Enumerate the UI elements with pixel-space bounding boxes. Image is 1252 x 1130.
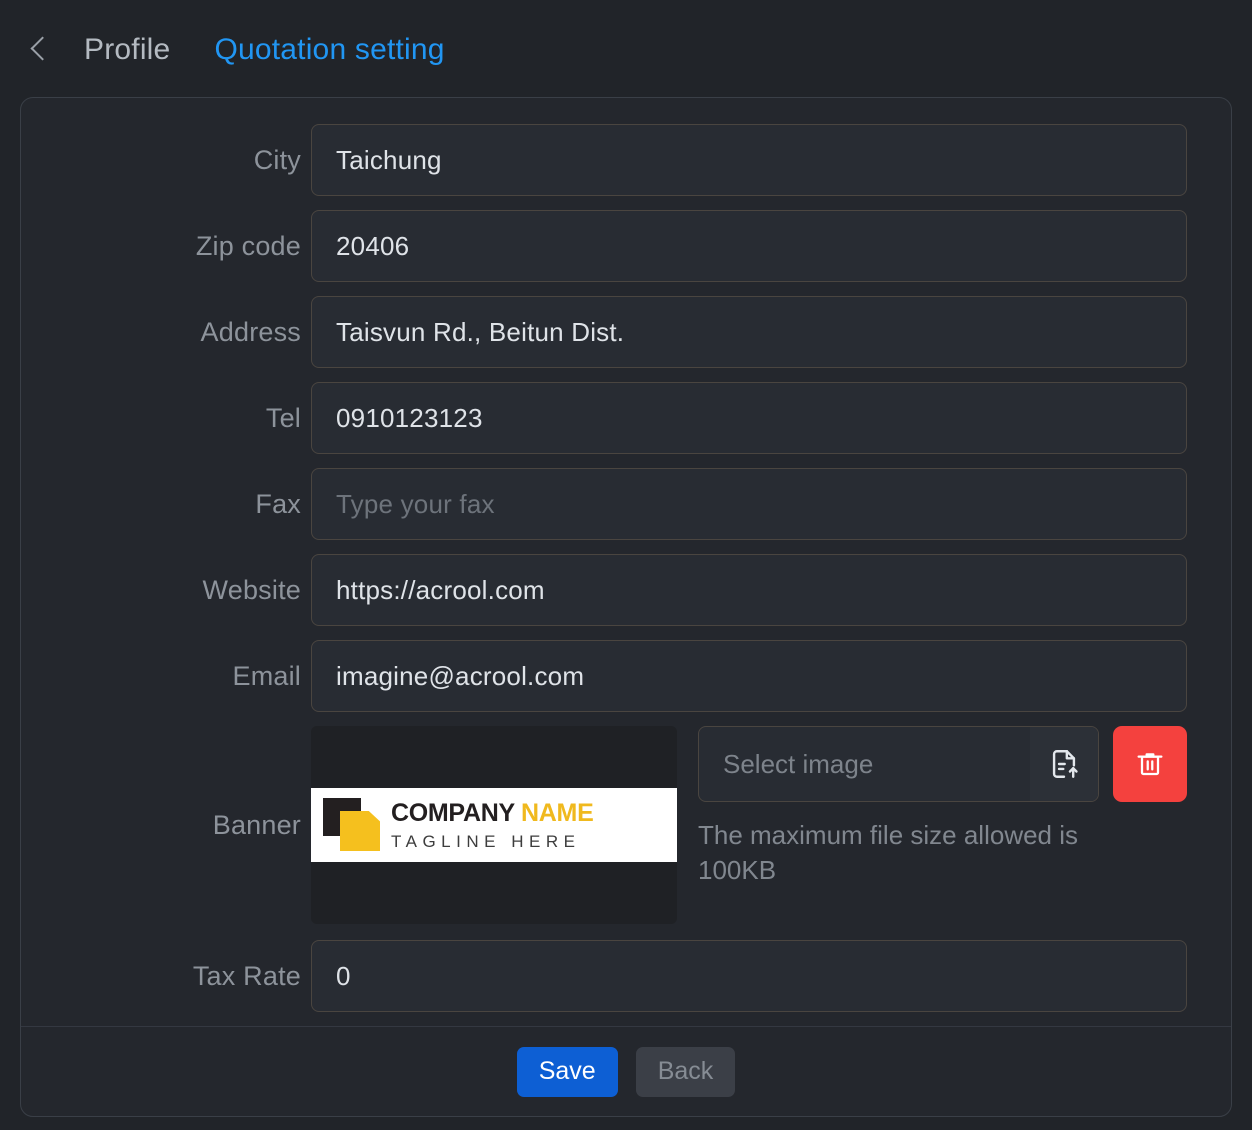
- address-input[interactable]: Taisvun Rd., Beitun Dist.: [311, 296, 1187, 368]
- label-tel: Tel: [21, 403, 311, 434]
- city-input[interactable]: Taichung: [311, 124, 1187, 196]
- banner-upload-row: Select image: [698, 726, 1187, 802]
- label-email: Email: [21, 661, 311, 692]
- fax-input[interactable]: Type your fax: [311, 468, 1187, 540]
- page-header: Profile Quotation setting: [0, 0, 1252, 97]
- form-row-address: Address Taisvun Rd., Beitun Dist.: [21, 296, 1231, 368]
- trash-icon: [1134, 748, 1166, 780]
- logo-text: COMPANY NAME TAGLINE HERE: [391, 801, 593, 850]
- file-upload-button[interactable]: [1030, 727, 1098, 801]
- logo-word-company: COMPANY: [391, 799, 514, 827]
- label-fax: Fax: [21, 489, 311, 520]
- form-row-city: City Taichung: [21, 124, 1231, 196]
- delete-banner-button[interactable]: [1113, 726, 1187, 802]
- tab-profile[interactable]: Profile: [62, 7, 192, 91]
- company-logo-mark-icon: [323, 798, 381, 852]
- banner-logo-image: COMPANY NAME TAGLINE HERE: [311, 788, 677, 862]
- file-upload-icon: [1047, 747, 1081, 781]
- label-address: Address: [21, 317, 311, 348]
- tel-input[interactable]: 0910123123: [311, 382, 1187, 454]
- form-row-banner: Banner COMPANY NAME TAGLINE HERE: [21, 726, 1231, 924]
- form-row-tax-rate: Tax Rate 0: [21, 940, 1231, 1012]
- select-image-input[interactable]: Select image: [698, 726, 1099, 802]
- select-image-placeholder: Select image: [699, 749, 1030, 780]
- label-city: City: [21, 145, 311, 176]
- banner-upload-column: Select image: [698, 726, 1187, 889]
- tab-quotation-setting-label: Quotation setting: [214, 33, 444, 66]
- settings-form: City Taichung Zip code 20406 Address Tai…: [21, 98, 1231, 1026]
- banner-preview[interactable]: COMPANY NAME TAGLINE HERE: [311, 726, 677, 924]
- form-row-website: Website https://acrool.com: [21, 554, 1231, 626]
- website-input[interactable]: https://acrool.com: [311, 554, 1187, 626]
- logo-tagline: TAGLINE HERE: [391, 833, 593, 850]
- form-row-fax: Fax Type your fax: [21, 468, 1231, 540]
- form-row-zip-code: Zip code 20406: [21, 210, 1231, 282]
- tab-quotation-setting[interactable]: Quotation setting: [192, 7, 466, 91]
- form-row-email: Email imagine@acrool.com: [21, 640, 1231, 712]
- label-banner: Banner: [21, 810, 311, 841]
- zip-code-input[interactable]: 20406: [311, 210, 1187, 282]
- logo-company-name: COMPANY NAME: [391, 801, 593, 826]
- chevron-left-icon: [30, 36, 54, 60]
- logo-word-name: NAME: [521, 799, 593, 827]
- label-zip-code: Zip code: [21, 231, 311, 262]
- banner-controls: COMPANY NAME TAGLINE HERE Select image: [311, 726, 1187, 924]
- tax-rate-input[interactable]: 0: [311, 940, 1187, 1012]
- settings-card: City Taichung Zip code 20406 Address Tai…: [20, 97, 1232, 1117]
- label-website: Website: [21, 575, 311, 606]
- save-button[interactable]: Save: [517, 1047, 618, 1097]
- email-input[interactable]: imagine@acrool.com: [311, 640, 1187, 712]
- tab-profile-label: Profile: [84, 33, 170, 66]
- card-footer: Save Back: [21, 1026, 1231, 1116]
- label-tax-rate: Tax Rate: [21, 961, 311, 992]
- back-button[interactable]: [18, 27, 62, 71]
- form-row-tel: Tel 0910123123: [21, 382, 1231, 454]
- logo-yellow-square: [340, 811, 380, 851]
- banner-size-hint: The maximum file size allowed is 100KB: [698, 818, 1148, 889]
- back-button-footer[interactable]: Back: [636, 1047, 736, 1097]
